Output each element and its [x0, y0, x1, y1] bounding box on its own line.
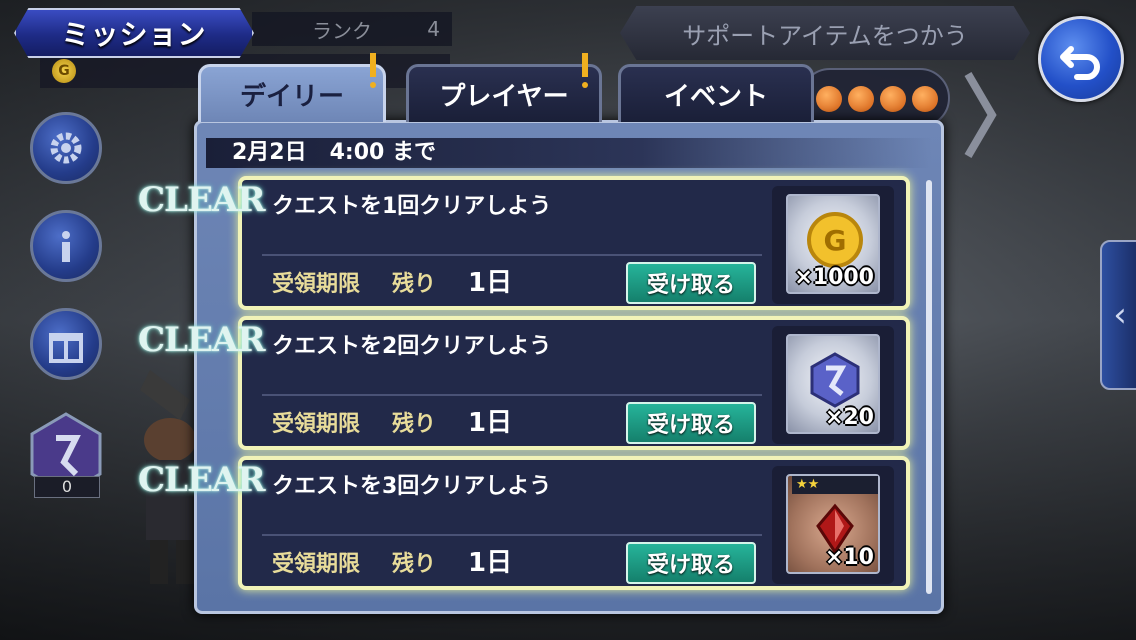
- deadline-suffix: まで: [392, 140, 437, 165]
- quest-title: クエストを3回クリアしよう: [272, 474, 552, 499]
- claim-button[interactable]: 受け取る: [626, 402, 756, 444]
- orb-icon: [912, 86, 938, 112]
- divider: [262, 254, 762, 256]
- mission-card: クエストを1回クリアしよう 受領期限 残り 1日 受け取る G ×1000: [238, 176, 910, 310]
- quest-title: クエストを2回クリアしよう: [272, 334, 552, 359]
- remain-label: 残り: [392, 552, 437, 577]
- reward-box: ★★ ×10: [786, 474, 880, 574]
- claim-button-label: 受け取る: [646, 273, 735, 298]
- mission-card: クエストを3回クリアしよう 受領期限 残り 1日 受け取る ★★ ×10: [238, 456, 910, 590]
- right-chevron-icon[interactable]: [962, 70, 1002, 160]
- reward-quantity: ×1000: [794, 265, 874, 290]
- info-icon: [62, 231, 70, 262]
- claim-button[interactable]: 受け取る: [626, 542, 756, 584]
- crystal-count: 0: [34, 476, 100, 498]
- chevron-left-icon: ‹: [1113, 295, 1127, 335]
- reward-box: ×20: [786, 334, 880, 434]
- enemy-orb-strip: [800, 68, 950, 128]
- reward-slot[interactable]: ★★ ×10: [772, 466, 894, 584]
- use-support-item-button[interactable]: サポートアイテムをつかう: [620, 6, 1030, 60]
- quest-title: クエストを1回クリアしよう: [272, 194, 552, 219]
- deadline-date: 2月2日: [232, 140, 307, 165]
- reward-slot[interactable]: G ×1000: [772, 186, 894, 304]
- page-title: ミッション: [61, 18, 207, 51]
- orb-icon: [848, 86, 874, 112]
- back-button[interactable]: [1038, 16, 1124, 102]
- reward-box: G ×1000: [786, 194, 880, 294]
- claim-button-label: 受け取る: [646, 553, 735, 578]
- info-button[interactable]: [30, 210, 102, 282]
- mission-card: クエストを2回クリアしよう 受領期限 残り 1日 受け取る ×20: [238, 316, 910, 450]
- reward-quantity: ×10: [824, 545, 874, 570]
- remain-label: 残り: [392, 272, 437, 297]
- claim-button[interactable]: 受け取る: [626, 262, 756, 304]
- expire-label: 受領期限: [272, 272, 361, 297]
- alert-icon: [582, 53, 588, 88]
- tab-player-label: プレイヤー: [439, 82, 569, 112]
- alert-icon: [370, 53, 376, 88]
- gear-icon: [50, 132, 82, 164]
- remain-value: 1日: [468, 548, 513, 578]
- tab-event-label: イベント: [663, 82, 768, 112]
- present-box-button[interactable]: [30, 308, 102, 380]
- reward-slot[interactable]: ×20: [772, 326, 894, 444]
- gift-icon: [49, 333, 83, 363]
- claim-button-label: 受け取る: [646, 413, 735, 438]
- tab-event[interactable]: イベント: [618, 64, 814, 122]
- side-drawer-tab[interactable]: ‹: [1100, 240, 1136, 390]
- tab-daily[interactable]: デイリー: [198, 53, 386, 122]
- back-arrow-icon: [1060, 46, 1100, 80]
- svg-text:G: G: [824, 224, 847, 257]
- rank-value: 4: [427, 17, 440, 41]
- rank-label: ランク: [312, 18, 372, 43]
- tab-daily-label: デイリー: [239, 82, 344, 112]
- remain-label: 残り: [392, 412, 437, 437]
- divider: [262, 534, 762, 536]
- deadline-banner: 2月2日 4:00 まで: [206, 138, 932, 168]
- clear-status: CLEAR: [138, 320, 266, 360]
- reward-quantity: ×20: [824, 405, 874, 430]
- scrollbar[interactable]: [926, 180, 932, 594]
- deadline-time: 4:00: [329, 140, 385, 165]
- rank-display: ランク 4: [252, 12, 452, 46]
- divider: [262, 394, 762, 396]
- support-item-label: サポートアイテムをつかう: [682, 21, 968, 50]
- rarity-stars: ★★: [792, 476, 878, 494]
- orb-icon: [880, 86, 906, 112]
- settings-button[interactable]: [30, 112, 102, 184]
- remain-value: 1日: [468, 408, 513, 438]
- orb-icon: [816, 86, 842, 112]
- tab-player[interactable]: プレイヤー: [406, 53, 602, 122]
- expire-label: 受領期限: [272, 552, 361, 577]
- expire-label: 受領期限: [272, 412, 361, 437]
- gil-coin-icon: G: [52, 59, 76, 83]
- clear-status: CLEAR: [138, 180, 266, 220]
- page-title-plate: ミッション: [14, 8, 254, 58]
- clear-status: CLEAR: [138, 460, 266, 500]
- remain-value: 1日: [468, 268, 513, 298]
